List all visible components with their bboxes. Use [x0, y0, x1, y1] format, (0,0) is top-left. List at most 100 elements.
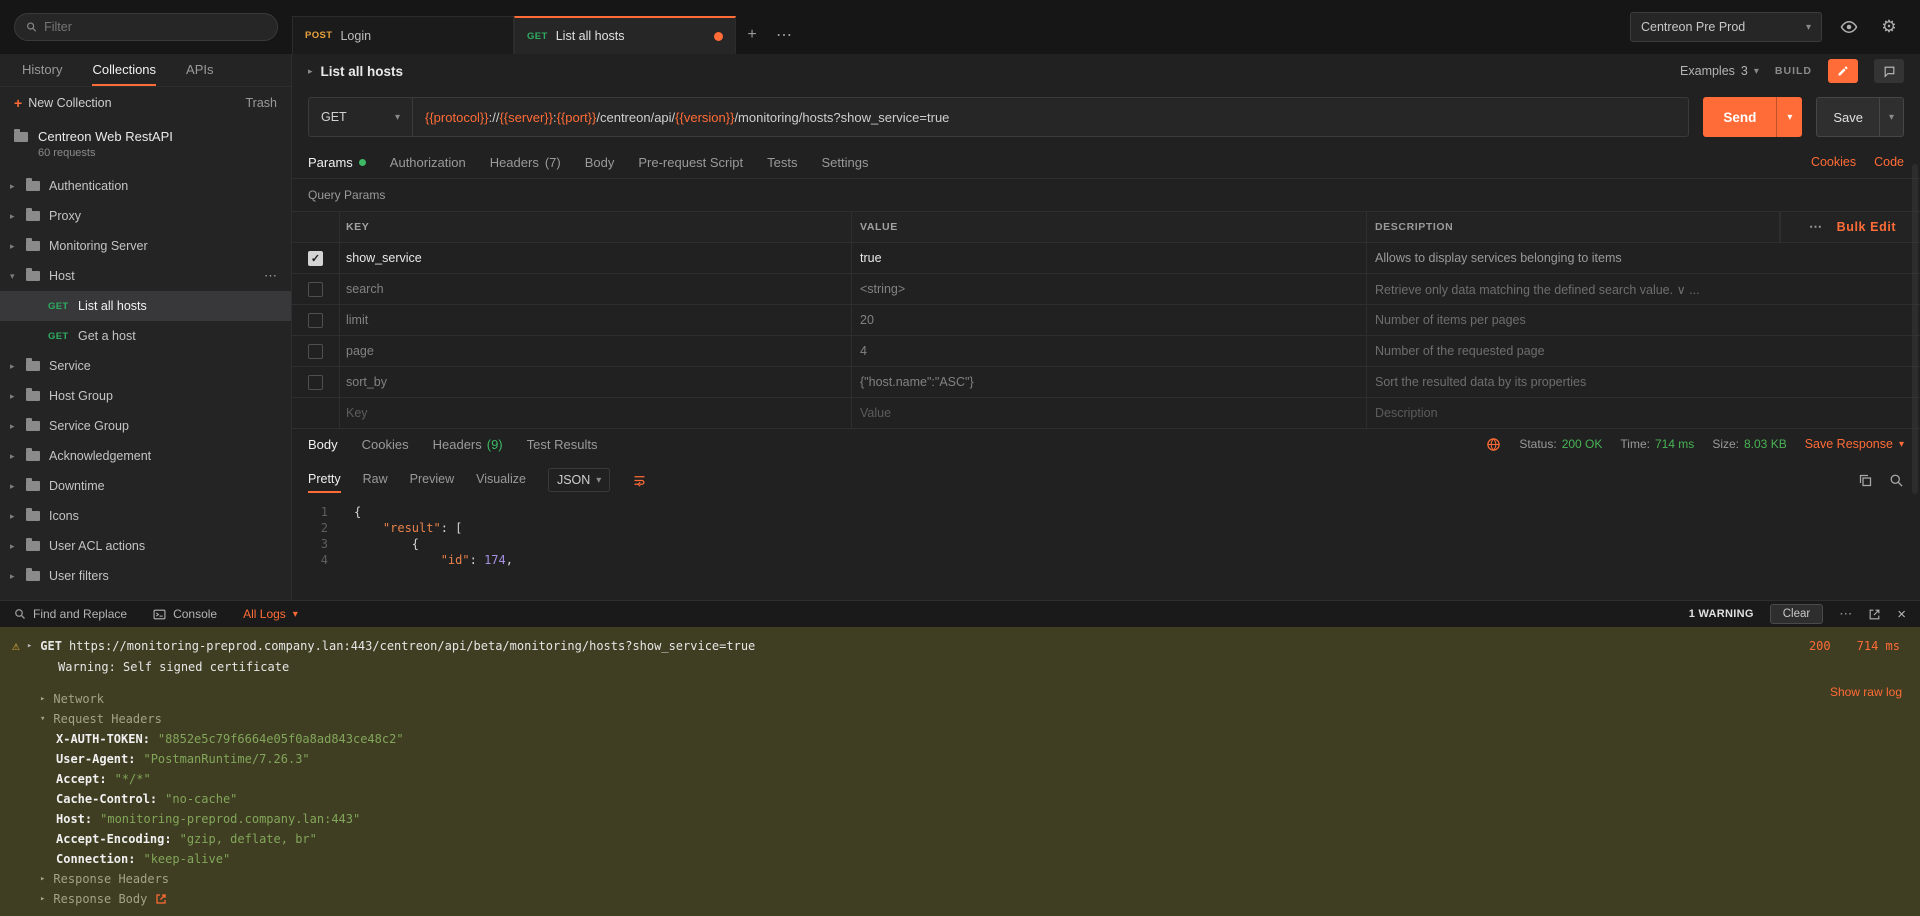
comments-button[interactable]	[1874, 59, 1904, 83]
param-value[interactable]: 20	[852, 305, 1367, 335]
param-key[interactable]: search	[340, 274, 852, 304]
network-info-icon[interactable]	[1486, 437, 1501, 452]
console-options-button[interactable]: ⋯	[1839, 606, 1852, 622]
table-options-button[interactable]: ⋯	[1809, 219, 1823, 235]
tab-settings[interactable]: Settings	[821, 155, 868, 170]
wrap-lines-button[interactable]	[632, 473, 647, 488]
tab-test-results[interactable]: Test Results	[527, 437, 598, 452]
log-section-response-headers[interactable]: ▸ Response Headers	[12, 869, 1904, 889]
tab-pre-request-script[interactable]: Pre-request Script	[638, 155, 743, 170]
log-filter-dropdown[interactable]: All Logs ▾	[243, 607, 298, 621]
tab-options-button[interactable]: ⋯	[768, 16, 800, 54]
param-description-placeholder[interactable]: Description	[1367, 398, 1920, 428]
row-checkbox[interactable]	[308, 375, 323, 390]
view-pretty[interactable]: Pretty	[308, 467, 341, 493]
request-get-a-host[interactable]: GETGet a host	[0, 321, 291, 351]
cookies-link[interactable]: Cookies	[1811, 155, 1856, 169]
folder-service[interactable]: ▸Service	[0, 351, 291, 381]
new-tab-button[interactable]: +	[736, 16, 768, 54]
new-collection-button[interactable]: + New Collection	[14, 95, 112, 111]
param-key[interactable]: show_service	[340, 243, 852, 273]
param-key[interactable]: page	[340, 336, 852, 366]
tab-authorization[interactable]: Authorization	[390, 155, 466, 170]
folder-authentication[interactable]: ▸Authentication	[0, 171, 291, 201]
environment-select[interactable]: Centreon Pre Prod ▾	[1630, 12, 1822, 42]
tab-headers[interactable]: Headers(7)	[490, 155, 561, 170]
open-response-body-button[interactable]	[155, 893, 167, 905]
folder-host-group[interactable]: ▸Host Group	[0, 381, 291, 411]
code-link[interactable]: Code	[1874, 155, 1904, 169]
request-list-all-hosts[interactable]: GETList all hosts	[0, 291, 291, 321]
param-description[interactable]: Sort the resulted data by its properties	[1367, 367, 1920, 397]
row-checkbox[interactable]	[308, 282, 323, 297]
param-key-placeholder[interactable]: Key	[340, 398, 852, 428]
find-and-replace-button[interactable]: Find and Replace	[14, 607, 127, 621]
view-visualize[interactable]: Visualize	[476, 467, 526, 493]
examples-dropdown[interactable]: Examples 3 ▾	[1680, 64, 1759, 78]
param-description[interactable]: Number of the requested page	[1367, 336, 1920, 366]
copy-button[interactable]	[1858, 473, 1873, 488]
method-select[interactable]: GET ▾	[309, 98, 413, 136]
row-checkbox[interactable]	[308, 313, 323, 328]
chevron-right-icon[interactable]: ▸	[27, 641, 32, 651]
folder-service-group[interactable]: ▸Service Group	[0, 411, 291, 441]
clear-console-button[interactable]: Clear	[1770, 604, 1823, 624]
param-description[interactable]: Allows to display services belonging to …	[1367, 243, 1920, 273]
show-raw-log-link[interactable]: Show raw log	[1830, 685, 1902, 699]
tab-response-cookies[interactable]: Cookies	[362, 437, 409, 452]
send-button[interactable]: Send	[1703, 97, 1776, 137]
folder-icons[interactable]: ▸Icons	[0, 501, 291, 531]
search-response-button[interactable]	[1889, 473, 1904, 488]
tab-login[interactable]: POST Login	[292, 16, 514, 54]
row-checkbox[interactable]	[308, 344, 323, 359]
tab-response-headers[interactable]: Headers(9)	[433, 437, 503, 452]
param-value[interactable]: 4	[852, 336, 1367, 366]
tab-body[interactable]: Body	[585, 155, 615, 170]
edit-button[interactable]	[1828, 59, 1858, 83]
save-options-button[interactable]: ▾	[1879, 98, 1903, 136]
param-value[interactable]: {"host.name":"ASC"}	[852, 367, 1367, 397]
tab-tests[interactable]: Tests	[767, 155, 797, 170]
environment-quick-look-button[interactable]	[1836, 14, 1862, 40]
console-tab[interactable]: Console	[153, 607, 217, 621]
tab-history[interactable]: History	[22, 54, 62, 86]
log-entry-request-line[interactable]: ⚠ ▸ GET https://monitoring-preprod.compa…	[12, 635, 1904, 657]
collection-item[interactable]: Centreon Web RestAPI 60 requests	[0, 119, 291, 167]
folder-monitoring-server[interactable]: ▸Monitoring Server	[0, 231, 291, 261]
folder-host[interactable]: ▾Host⋯	[0, 261, 291, 291]
tab-apis[interactable]: APIs	[186, 54, 213, 86]
view-preview[interactable]: Preview	[410, 467, 454, 493]
folder-user-filters[interactable]: ▸User filters	[0, 561, 291, 591]
tab-collections[interactable]: Collections	[92, 54, 156, 86]
log-section-request-headers[interactable]: ▾ Request Headers	[12, 709, 1904, 729]
scrollbar[interactable]	[1912, 164, 1918, 494]
folder-user-acl-actions[interactable]: ▸User ACL actions	[0, 531, 291, 561]
send-options-button[interactable]: ▾	[1776, 97, 1802, 137]
save-button[interactable]: Save	[1817, 98, 1879, 136]
trash-link[interactable]: Trash	[246, 96, 278, 110]
param-key[interactable]: limit	[340, 305, 852, 335]
save-response-button[interactable]: Save Response ▾	[1805, 437, 1904, 451]
chevron-right-icon[interactable]: ▸	[308, 66, 313, 77]
param-key[interactable]: sort_by	[340, 367, 852, 397]
tab-list-all-hosts[interactable]: GET List all hosts	[514, 16, 736, 54]
param-value-placeholder[interactable]: Value	[852, 398, 1367, 428]
log-section-network[interactable]: ▸ Network	[12, 689, 1904, 709]
open-console-window-button[interactable]	[1868, 608, 1881, 621]
tab-response-body[interactable]: Body	[308, 437, 338, 452]
view-raw[interactable]: Raw	[363, 467, 388, 493]
filter-input[interactable]	[44, 20, 266, 34]
close-console-button[interactable]: ×	[1897, 606, 1906, 623]
environment-settings-button[interactable]: ⚙	[1876, 14, 1902, 40]
row-checkbox[interactable]: ✓	[308, 251, 323, 266]
url-input[interactable]: {{protocol}}://{{server}}:{{port}}/centr…	[413, 110, 961, 125]
tab-params[interactable]: Params	[308, 155, 366, 170]
language-select[interactable]: JSON ▾	[548, 468, 610, 492]
param-description[interactable]: Retrieve only data matching the defined …	[1367, 274, 1920, 304]
param-value[interactable]: <string>	[852, 274, 1367, 304]
folder-acknowledgement[interactable]: ▸Acknowledgement	[0, 441, 291, 471]
log-section-response-body[interactable]: ▸ Response Body	[12, 889, 1904, 909]
bulk-edit-link[interactable]: Bulk Edit	[1837, 220, 1897, 234]
param-description[interactable]: Number of items per pages	[1367, 305, 1920, 335]
folder-proxy[interactable]: ▸Proxy	[0, 201, 291, 231]
